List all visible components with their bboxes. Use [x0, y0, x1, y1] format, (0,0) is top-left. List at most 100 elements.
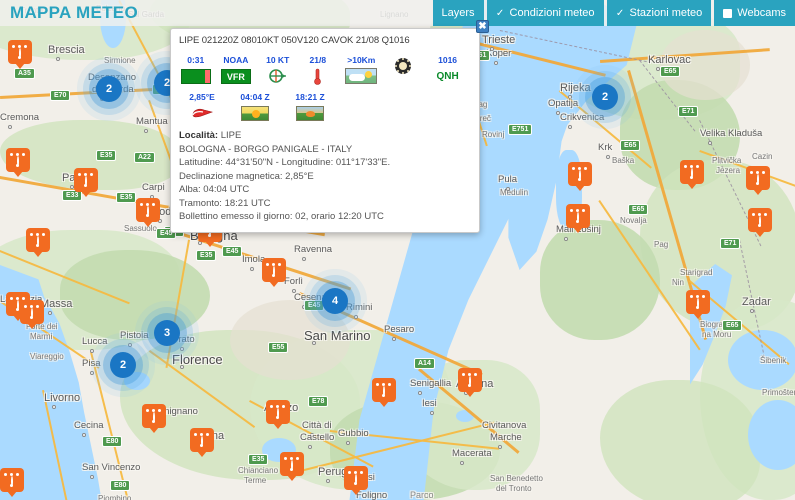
metar-cell-visibility: >10Km: [340, 55, 384, 85]
city-dot: [180, 347, 184, 351]
metar-icon-row-secondary: 2,85°E 04:04 Z 18:21 Z: [179, 92, 471, 122]
map-label: Iesi: [422, 398, 437, 409]
map-label: Crikvenica: [560, 112, 605, 123]
map-label: Livorno: [44, 392, 81, 404]
weather-station-icon: [746, 166, 770, 190]
road-shield: E45: [222, 246, 243, 257]
map-label: Opatija: [548, 98, 579, 109]
road-shield: E80: [110, 480, 131, 491]
sunrise-value: 04:04 Z: [240, 92, 270, 102]
weather-station-marker[interactable]: [680, 160, 704, 189]
coordinates-line: Latitudine: 44°31'50"N - Longitudine: 01…: [179, 157, 391, 168]
weather-station-marker[interactable]: [746, 166, 770, 195]
close-icon[interactable]: ✖: [476, 20, 489, 33]
runway-bar-icon: [180, 67, 211, 85]
weather-station-icon: [0, 468, 24, 492]
city-dot: [180, 365, 184, 369]
city-dot: [90, 371, 94, 375]
map-label: Medulin: [500, 188, 529, 197]
map-label: Macerata: [452, 448, 492, 459]
city-dot: [52, 405, 56, 409]
weather-station-marker[interactable]: [190, 428, 214, 457]
weather-station-marker[interactable]: [344, 466, 368, 495]
weather-station-marker[interactable]: [0, 468, 24, 497]
cluster-marker[interactable]: 2: [96, 76, 122, 102]
road-shield: E35: [248, 454, 269, 465]
weather-station-icon: [20, 300, 44, 324]
temperature-value: 21/8: [309, 55, 327, 65]
road-shield: E65: [628, 204, 649, 215]
map-label: Karlovac: [648, 54, 691, 66]
metar-cell-sunrise: 04:04 Z: [230, 92, 280, 122]
weather-station-icon: [680, 160, 704, 184]
metar-cell-noaa: NOAA VFR: [217, 55, 254, 85]
weather-station-marker[interactable]: [136, 198, 160, 227]
weather-station-marker[interactable]: [266, 400, 290, 429]
toggle-webcams[interactable]: Webcams: [714, 0, 795, 26]
weather-station-icon: [568, 162, 592, 186]
city-dot: [302, 257, 306, 261]
map-label: Krk: [598, 142, 613, 153]
weather-station-icon: [8, 40, 32, 64]
map-label: Sirmione: [104, 56, 136, 65]
cluster-marker[interactable]: 3: [154, 320, 180, 346]
map-label: Pesaro: [384, 324, 415, 335]
city-dot: [708, 141, 712, 145]
toggle-stazioni-meteo[interactable]: ✓ Stazioni meteo: [606, 0, 712, 26]
weather-station-icon: [280, 452, 304, 476]
wind-arrow-icon: [268, 67, 288, 85]
cluster-marker[interactable]: 2: [110, 352, 136, 378]
weather-station-marker[interactable]: [568, 162, 592, 191]
weather-station-marker[interactable]: [74, 168, 98, 197]
weather-station-icon: [26, 228, 50, 252]
city-dot: [568, 125, 572, 129]
weather-station-marker[interactable]: [26, 228, 50, 257]
map-label: San Vincenzo: [82, 462, 141, 473]
sunrise-icon: [241, 104, 269, 122]
map-label: Pistoia: [120, 330, 149, 341]
city-dot: [312, 341, 316, 345]
weather-station-marker[interactable]: [372, 378, 396, 407]
locality-value: LIPE: [220, 130, 242, 141]
weather-station-marker[interactable]: [262, 258, 286, 287]
sunset-icon: [296, 104, 324, 122]
weather-station-marker[interactable]: [142, 404, 166, 433]
weather-station-icon: [266, 400, 290, 424]
cluster-marker[interactable]: 4: [322, 288, 348, 314]
weather-station-marker[interactable]: [748, 208, 772, 237]
app-header: MAPPA METEO Layers ✓ Condizioni meteo ✓ …: [0, 0, 795, 26]
weather-station-marker[interactable]: [8, 40, 32, 69]
weather-station-marker[interactable]: [686, 290, 710, 319]
map-label: Novalja: [620, 216, 647, 225]
station-name-line: BOLOGNA - BORGO PANIGALE - ITALY: [179, 143, 353, 155]
weather-station-marker[interactable]: [566, 204, 590, 233]
locality-label: Località:: [179, 130, 219, 141]
city-dot: [90, 349, 94, 353]
toggle-stazioni-meteo-label: Stazioni meteo: [629, 7, 703, 19]
map-label: Baška: [612, 156, 635, 165]
layers-button-label: Layers: [441, 7, 475, 19]
city-dot: [326, 479, 330, 483]
visibility-icon: [345, 67, 378, 85]
weather-station-marker[interactable]: [6, 148, 30, 177]
weather-station-marker[interactable]: [458, 368, 482, 397]
city-dot: [308, 445, 312, 449]
city-dot: [128, 343, 132, 347]
city-dot: [418, 391, 422, 395]
weather-station-icon: [136, 198, 160, 222]
weather-station-marker[interactable]: [280, 452, 304, 481]
map-label: Pisa: [82, 358, 101, 369]
map-label: Marmi: [30, 332, 53, 341]
cluster-marker[interactable]: 2: [592, 84, 618, 110]
checkbox-icon: [723, 8, 733, 18]
road-shield: E65: [660, 66, 681, 77]
road-shield: A22: [134, 152, 155, 163]
map-label: San Benedetto: [490, 474, 543, 483]
map-label: Cecina: [74, 420, 104, 431]
wind-value: 10 KT: [266, 55, 290, 65]
sunset-value: 18:21 Z: [295, 92, 325, 102]
map-label: Forlì: [284, 276, 303, 287]
weather-station-marker[interactable]: [20, 300, 44, 329]
road-shield: E35: [116, 192, 137, 203]
toggle-condizioni-meteo[interactable]: ✓ Condizioni meteo: [486, 0, 604, 26]
